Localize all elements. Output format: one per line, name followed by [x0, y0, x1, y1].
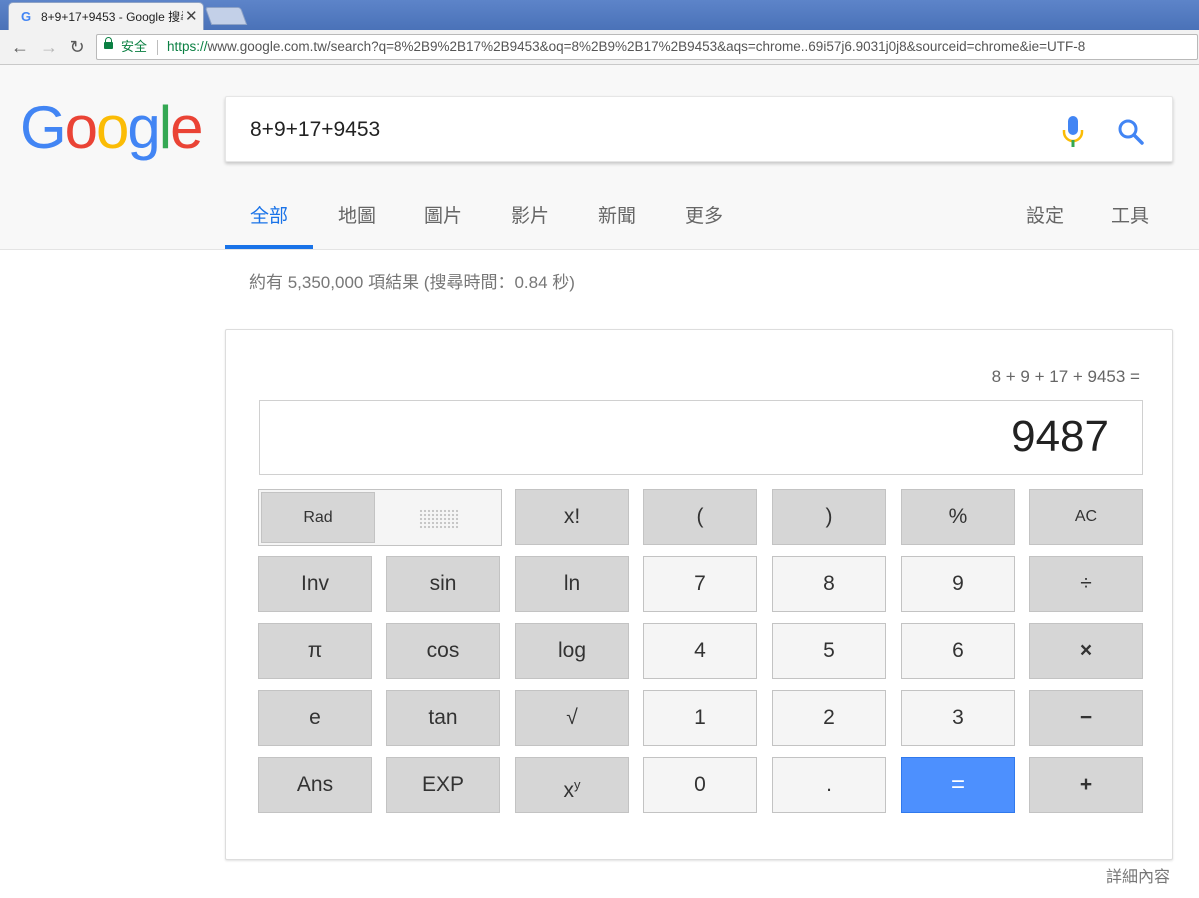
address-separator: [157, 40, 158, 55]
ln-button[interactable]: ln: [515, 556, 629, 612]
logo-letter: l: [158, 94, 172, 161]
calculator-display: 9487: [259, 400, 1143, 475]
calculator-result: 9487: [1011, 412, 1109, 461]
sqrt-button[interactable]: √: [515, 690, 629, 746]
right-paren-button[interactable]: ): [772, 489, 886, 545]
tan-button[interactable]: tan: [386, 690, 500, 746]
digit-7-button[interactable]: 7: [643, 556, 757, 612]
browser-tabstrip: G 8+9+17+9453 - Google 搜尋 ✕: [0, 0, 1199, 30]
tab-tools[interactable]: 工具: [1103, 205, 1157, 249]
url-scheme: https://: [167, 39, 208, 54]
answer-button[interactable]: Ans: [258, 757, 372, 813]
tab-all[interactable]: 全部: [225, 205, 313, 249]
power-button[interactable]: xy: [515, 757, 629, 813]
tab-videos[interactable]: 影片: [503, 205, 557, 249]
digit-0-button[interactable]: 0: [643, 757, 757, 813]
lock-icon: [104, 37, 113, 49]
google-favicon-icon: G: [21, 9, 32, 24]
digit-9-button[interactable]: 9: [901, 556, 1015, 612]
tab-maps[interactable]: 地圖: [330, 205, 384, 249]
decimal-button[interactable]: .: [772, 757, 886, 813]
calculator-card: 8 + 9 + 17 + 9453 = 9487 Rad x! ( ) % AC…: [225, 329, 1173, 860]
sin-button[interactable]: sin: [386, 556, 500, 612]
new-tab-button[interactable]: [204, 7, 248, 25]
factorial-button[interactable]: x!: [515, 489, 629, 545]
address-bar[interactable]: 安全 https://www.google.com.tw/search?q=8%…: [96, 34, 1198, 60]
tab-title: 8+9+17+9453 - Google 搜尋: [41, 10, 183, 24]
logo-letter: o: [64, 94, 98, 161]
search-icon[interactable]: [1116, 117, 1146, 147]
search-box[interactable]: 8+9+17+9453: [225, 96, 1173, 162]
digit-8-button[interactable]: 8: [772, 556, 886, 612]
digit-6-button[interactable]: 6: [901, 623, 1015, 679]
power-exponent: y: [574, 777, 581, 792]
divide-button[interactable]: ÷: [1029, 556, 1143, 612]
digit-1-button[interactable]: 1: [643, 690, 757, 746]
forward-icon[interactable]: →: [38, 36, 60, 58]
pi-button[interactable]: π: [258, 623, 372, 679]
euler-button[interactable]: e: [258, 690, 372, 746]
google-logo[interactable]: Google: [20, 93, 204, 163]
rad-button[interactable]: Rad: [261, 492, 375, 543]
plus-button[interactable]: +: [1029, 757, 1143, 813]
cos-button[interactable]: cos: [386, 623, 500, 679]
secure-label: 安全: [121, 39, 148, 54]
browser-toolbar: ← → ↻ 安全 https://www.google.com.tw/searc…: [0, 30, 1199, 65]
multiply-button[interactable]: ×: [1029, 623, 1143, 679]
all-clear-button[interactable]: AC: [1029, 489, 1143, 545]
tab-news[interactable]: 新聞: [590, 205, 644, 249]
percent-button[interactable]: %: [901, 489, 1015, 545]
logo-letter: e: [170, 94, 203, 161]
google-header: Google 8+9+17+9453 全部 地圖 圖片 影片 新聞 更多 設定 …: [0, 65, 1199, 250]
tab-settings[interactable]: 設定: [1018, 205, 1072, 249]
digit-5-button[interactable]: 5: [772, 623, 886, 679]
digit-4-button[interactable]: 4: [643, 623, 757, 679]
calculator-expression: 8 + 9 + 17 + 9453 =: [991, 367, 1140, 386]
inverse-button[interactable]: Inv: [258, 556, 372, 612]
angle-mode-toggle: Rad: [258, 489, 502, 546]
logo-letter: g: [127, 94, 160, 161]
close-tab-icon[interactable]: ✕: [185, 8, 198, 25]
result-stats: 約有 5,350,000 項結果 (搜尋時間：0.84 秒): [249, 273, 575, 292]
left-paren-button[interactable]: (: [643, 489, 757, 545]
url-path: www.google.com.tw/search?q=8%2B9%2B17%2B…: [207, 39, 1086, 54]
deg-button[interactable]: [377, 492, 499, 543]
tab-images[interactable]: 圖片: [416, 205, 470, 249]
microphone-icon[interactable]: [1060, 115, 1086, 149]
search-tabs: 全部 地圖 圖片 影片 新聞 更多 設定 工具: [0, 205, 1199, 249]
deg-placeholder-icon: [419, 509, 459, 529]
logo-letter: G: [20, 94, 67, 161]
equals-button[interactable]: =: [901, 757, 1015, 813]
minus-button[interactable]: −: [1029, 690, 1143, 746]
digit-2-button[interactable]: 2: [772, 690, 886, 746]
logo-letter: o: [96, 94, 129, 161]
log-button[interactable]: log: [515, 623, 629, 679]
back-icon[interactable]: ←: [9, 36, 31, 58]
digit-3-button[interactable]: 3: [901, 690, 1015, 746]
details-link[interactable]: 詳細內容: [1106, 867, 1170, 889]
reload-icon[interactable]: ↻: [66, 36, 88, 58]
exp-button[interactable]: EXP: [386, 757, 500, 813]
browser-tab[interactable]: G 8+9+17+9453 - Google 搜尋 ✕: [8, 2, 204, 30]
tab-more[interactable]: 更多: [677, 205, 731, 249]
power-base: x: [563, 779, 575, 802]
url-text[interactable]: https://www.google.com.tw/search?q=8%2B9…: [167, 39, 1085, 55]
search-input[interactable]: 8+9+17+9453: [250, 118, 380, 142]
